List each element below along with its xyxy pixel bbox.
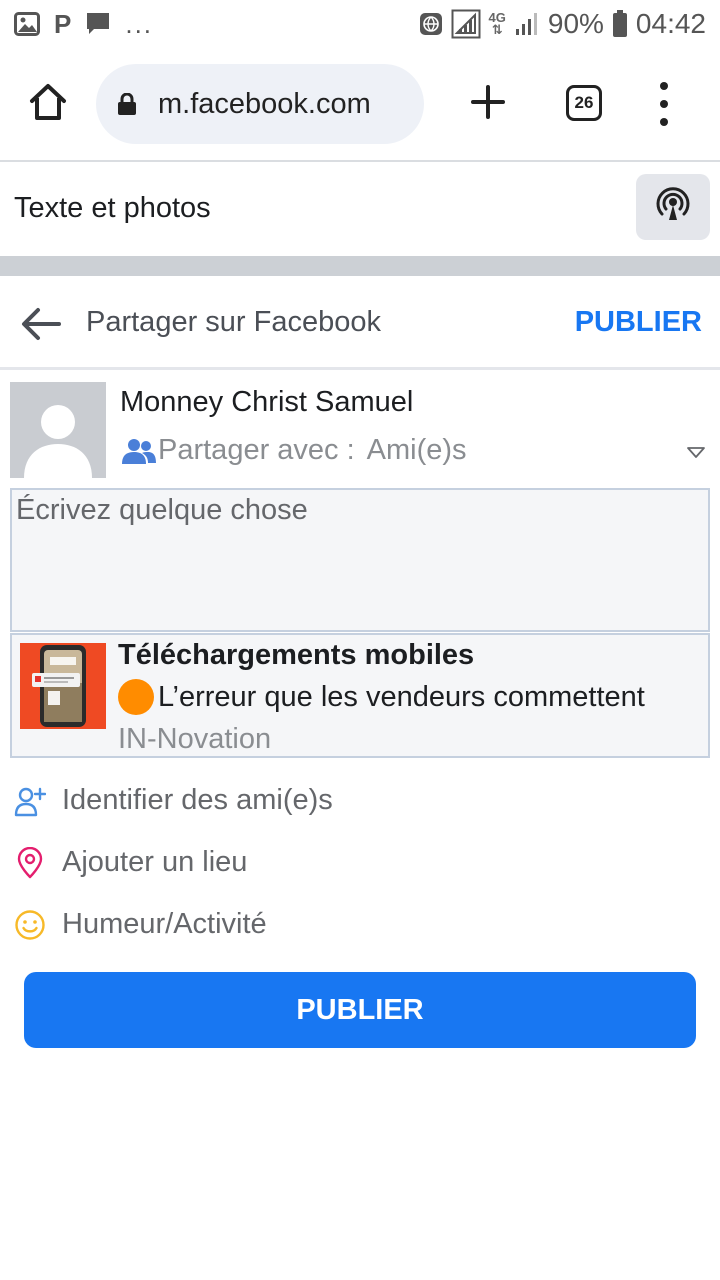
publish-button[interactable]: PUBLIER: [24, 972, 696, 1048]
battery-percent: 90%: [547, 8, 604, 39]
system-status: 4G ⇅ 90% 04:42: [419, 8, 706, 40]
avatar: [10, 382, 106, 478]
broadcast-icon: [655, 186, 691, 228]
browser-toolbar: m.facebook.com 26: [0, 58, 720, 154]
url-text[interactable]: m.facebook.com: [158, 88, 371, 121]
add-place-label: Ajouter un lieu: [62, 846, 248, 878]
toolbar-divider: [0, 160, 720, 162]
tab-switcher-button[interactable]: 26: [566, 85, 602, 121]
vpn-globe-icon: [419, 12, 443, 36]
smiley-icon: [14, 909, 46, 941]
page-title: Texte et photos: [14, 192, 211, 224]
new-tab-icon[interactable]: [470, 84, 506, 120]
status-bar: P ... 4G ⇅ 90% 04:42: [0, 0, 720, 48]
menu-dot: [660, 118, 668, 126]
p-notification-icon: P: [54, 8, 72, 39]
user-name: Monney Christ Samuel: [120, 386, 414, 418]
audience-selector[interactable]: Partager avec : Ami(e)s: [122, 434, 467, 467]
add-place-action[interactable]: Ajouter un lieu: [14, 846, 247, 879]
battery-icon: [612, 10, 628, 38]
preview-title: Téléchargements mobiles: [118, 639, 475, 671]
share-header: Partager sur Facebook PUBLIER: [0, 276, 720, 370]
share-title: Partager sur Facebook: [86, 306, 381, 338]
wifi-signal-icon: [451, 9, 481, 39]
preview-thumbnail: [20, 643, 106, 729]
tag-friends-label: Identifier des ami(e)s: [62, 784, 333, 816]
browser-menu-icon[interactable]: [654, 82, 674, 126]
audience-value: Ami(e)s: [366, 434, 467, 466]
back-arrow-icon[interactable]: [20, 304, 62, 344]
network-type: 4G ⇅: [488, 10, 506, 37]
preview-description-text: L’erreur que les vendeurs commettent: [158, 680, 645, 713]
post-text-input[interactable]: [12, 490, 708, 630]
share-with-label: Partager avec :: [158, 434, 355, 466]
orange-circle-icon: [118, 679, 154, 715]
composer-box: [10, 488, 710, 632]
data-arrows-icon: ⇅: [491, 22, 503, 37]
tag-friend-icon: [14, 785, 46, 817]
broadcast-button[interactable]: [636, 174, 710, 240]
location-pin-icon: [14, 846, 46, 879]
address-bar[interactable]: m.facebook.com: [96, 64, 424, 144]
clock: 04:42: [635, 8, 706, 39]
link-preview-card[interactable]: Téléchargements mobiles L’erreur que les…: [10, 633, 710, 758]
mood-activity-label: Humeur/Activité: [62, 908, 267, 940]
more-notifications-indicator: ...: [125, 8, 154, 39]
tag-friends-action[interactable]: Identifier des ami(e)s: [14, 784, 333, 817]
notification-icons: P ...: [14, 9, 153, 40]
publish-link-button[interactable]: PUBLIER: [575, 306, 702, 339]
cell-signal-icon: [514, 11, 540, 37]
preview-description: L’erreur que les vendeurs commettent: [118, 679, 702, 715]
mood-activity-action[interactable]: Humeur/Activité: [14, 908, 267, 941]
chat-notification-icon: [85, 11, 111, 37]
chevron-down-icon[interactable]: [686, 446, 706, 460]
home-icon[interactable]: [28, 82, 68, 122]
friends-icon: [122, 438, 156, 464]
preview-source: IN-Novation: [118, 723, 272, 755]
image-notification-icon: [14, 12, 40, 36]
lock-icon: [118, 92, 136, 115]
menu-dot: [660, 82, 668, 90]
section-separator: [0, 256, 720, 276]
menu-dot: [660, 100, 668, 108]
